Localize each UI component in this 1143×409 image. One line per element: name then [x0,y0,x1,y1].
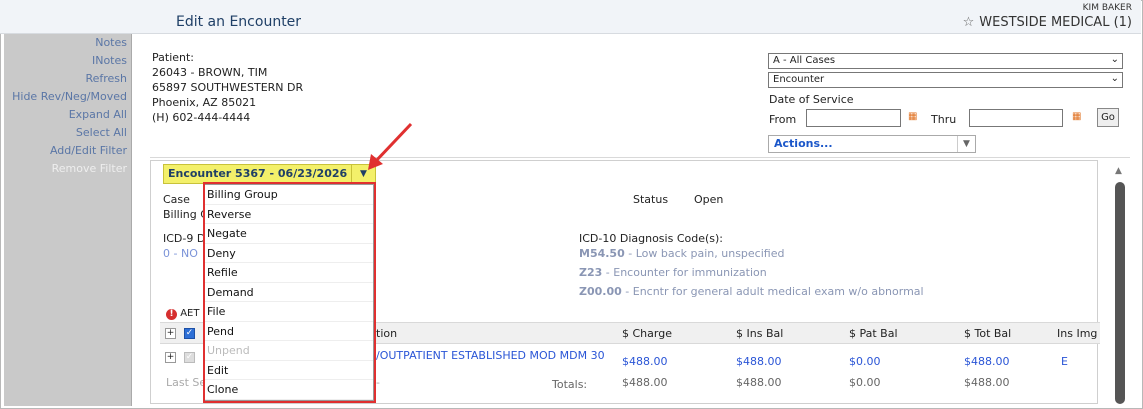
annotation-arrow [368,122,413,170]
